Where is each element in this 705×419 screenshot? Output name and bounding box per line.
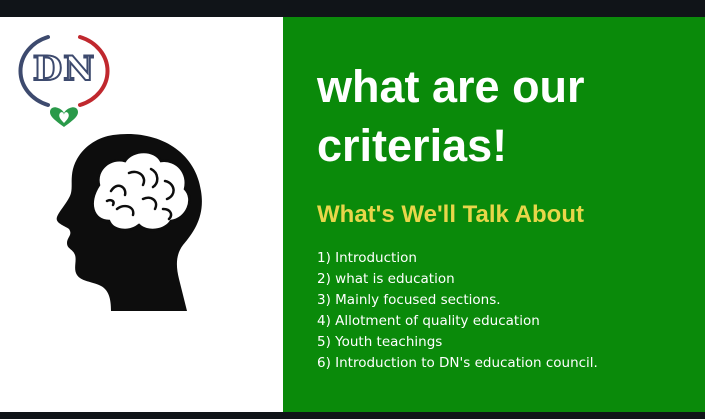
agenda-item: 1) Introduction: [317, 250, 417, 266]
window-bottom-bar: [0, 412, 705, 419]
window-top-bar: [0, 0, 705, 17]
slide-right-panel: what are our criterias! What's We'll Tal…: [283, 17, 705, 412]
head-brain-icon: [55, 129, 205, 311]
logo-text: DN: [32, 48, 96, 90]
brain-shape: [91, 150, 191, 232]
slide-title-line-2: criterias!: [317, 120, 508, 171]
slide-title-line-1: what are our: [317, 61, 585, 112]
agenda-item: 3) Mainly focused sections.: [317, 292, 501, 308]
dn-logo-icon: DN: [18, 31, 110, 131]
agenda-item: 6) Introduction to DN's education counci…: [317, 355, 598, 371]
agenda-list: 1) Introduction 2) what is education 3) …: [317, 248, 598, 374]
slide-left-panel: DN: [0, 17, 283, 412]
agenda-item: 4) Allotment of quality education: [317, 313, 540, 329]
agenda-item: 2) what is education: [317, 271, 455, 287]
presentation-slide: DN what are our criterias! What's We'll …: [0, 17, 705, 412]
heart-leaf-icon: [50, 107, 78, 127]
slide-title: what are our criterias!: [317, 57, 697, 175]
slide-subtitle: What's We'll Talk About: [317, 201, 584, 228]
agenda-item: 5) Youth teachings: [317, 334, 443, 350]
